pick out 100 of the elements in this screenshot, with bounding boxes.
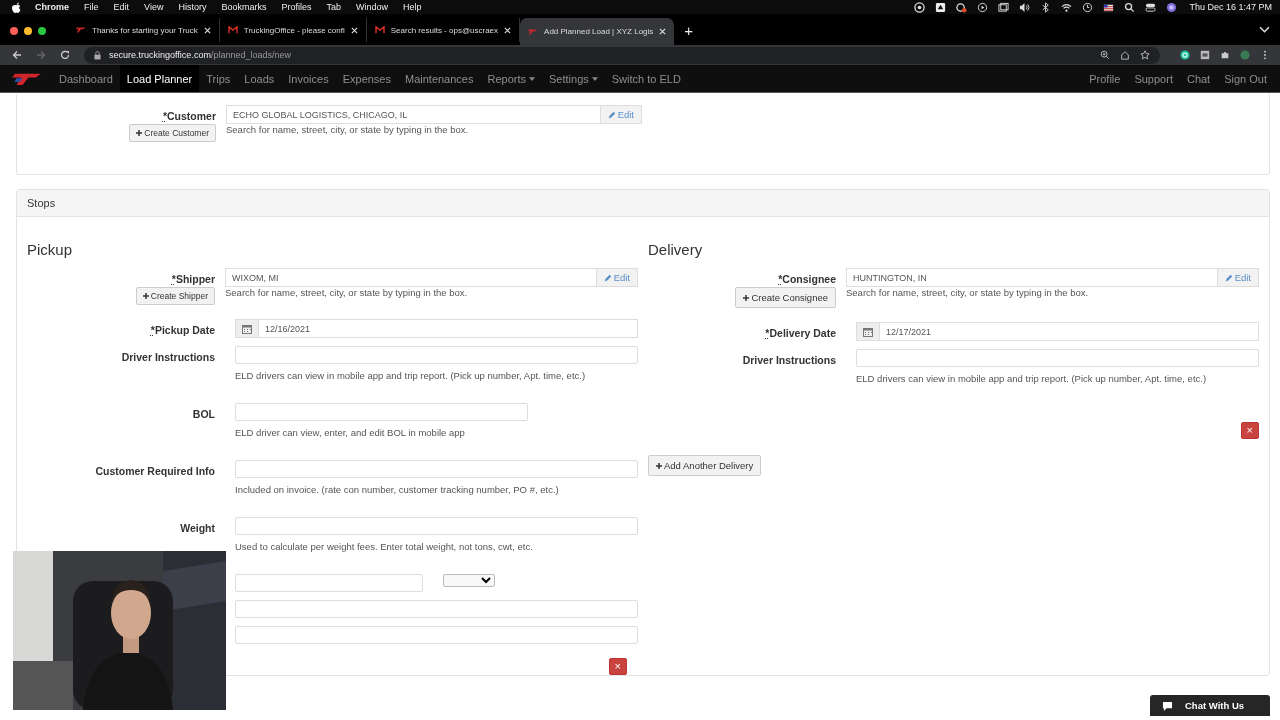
nav-link[interactable]: Trips: [199, 65, 238, 92]
nav-link[interactable]: Profile: [1082, 65, 1128, 92]
help-text: ELD drivers can view in mobile app and trip report. (Pick up number, Apt. time, etc.): [235, 370, 586, 381]
nav-link[interactable]: Reports: [480, 65, 542, 92]
nav-link[interactable]: Maintenances: [398, 65, 481, 92]
menubar-clock[interactable]: Thu Dec 16 1:47 PM: [1189, 2, 1272, 12]
menu-item[interactable]: Tab: [326, 2, 341, 12]
apple-icon[interactable]: [12, 1, 21, 13]
nav-link[interactable]: Support: [1127, 65, 1180, 92]
bluetooth-icon[interactable]: [1040, 1, 1052, 13]
nav-link[interactable]: Settings: [542, 65, 605, 92]
zoom-icon[interactable]: [1100, 50, 1110, 60]
close-icon[interactable]: [350, 26, 358, 34]
field-label: Customer Required Info: [95, 464, 215, 477]
nav-link[interactable]: Switch to ELD: [604, 65, 688, 92]
window-controls-icon[interactable]: [10, 26, 46, 35]
orb-icon[interactable]: [1166, 1, 1178, 13]
extension-icon[interactable]: [1200, 50, 1210, 60]
close-icon[interactable]: [659, 28, 667, 35]
text-field[interactable]: [235, 600, 638, 618]
mail-icon: [227, 26, 238, 34]
puzzle-icon[interactable]: [1220, 50, 1230, 60]
plus-icon: [136, 130, 143, 136]
menu-item[interactable]: Window: [355, 2, 388, 12]
field-label: *Delivery Date: [765, 326, 836, 339]
text-field[interactable]: [235, 517, 638, 535]
nav-link[interactable]: Dashboard: [52, 65, 120, 92]
add-delivery-button[interactable]: Add Another Delivery: [648, 455, 762, 476]
browser-tab[interactable]: Thanks for starting your Truck: [68, 18, 220, 42]
toggles-icon[interactable]: [1145, 1, 1157, 13]
remove-button[interactable]: ×: [608, 658, 627, 675]
windows-icon[interactable]: [998, 1, 1010, 13]
help-text: Search for name, street, city, or state by typing in the box.: [846, 287, 1089, 298]
unit-select[interactable]: [443, 574, 495, 587]
browser-tab[interactable]: Add Planned Load | XYZ Logis: [520, 18, 675, 45]
nav-link[interactable]: Loads: [237, 65, 282, 92]
plus-icon: [142, 293, 149, 299]
new-tab-button[interactable]: +: [684, 22, 694, 39]
text-field[interactable]: [856, 349, 1259, 367]
reload-icon[interactable]: [60, 50, 70, 60]
calendar-icon: [242, 323, 252, 334]
remove-button[interactable]: ×: [1240, 422, 1259, 439]
text-field[interactable]: [235, 403, 528, 421]
menu-item[interactable]: Profiles: [281, 2, 312, 12]
text-field[interactable]: [235, 574, 423, 592]
text-field[interactable]: [235, 626, 638, 644]
create-button[interactable]: Create Consignee: [735, 287, 836, 308]
calendar-icon: [863, 326, 873, 337]
logo-icon: [76, 26, 86, 34]
caret-icon: [529, 76, 535, 81]
create-button[interactable]: Create Shipper: [135, 287, 215, 305]
house-icon[interactable]: [1120, 50, 1130, 60]
create-button[interactable]: Create Customer: [129, 124, 216, 142]
address-bar[interactable]: secure.truckingoffice.com/planned_loads/new: [84, 46, 1160, 64]
record-icon[interactable]: [956, 1, 968, 13]
menu-item[interactable]: Bookmarks: [221, 2, 267, 12]
caret-icon: [591, 76, 598, 81]
field-label: Weight: [180, 521, 215, 534]
menu-item[interactable]: Help: [403, 2, 422, 12]
menu-item[interactable]: History: [178, 2, 207, 12]
drive-icon[interactable]: [935, 1, 947, 13]
date-field[interactable]: 12/16/2021: [258, 319, 638, 338]
volume-icon[interactable]: [1019, 1, 1031, 13]
close-icon[interactable]: [504, 26, 512, 34]
text-field[interactable]: [235, 460, 638, 478]
play-icon[interactable]: [977, 1, 989, 13]
field-label: Driver Instructions: [742, 353, 836, 366]
close-icon[interactable]: [203, 26, 211, 34]
menu-item[interactable]: Chrome: [35, 2, 69, 12]
field-label: *Consignee: [778, 272, 836, 285]
extension-icon[interactable]: [1180, 50, 1190, 60]
nav-link[interactable]: Sign Out: [1217, 65, 1274, 92]
search-field[interactable]: WIXOM, MI: [225, 268, 597, 287]
pencil-icon: [607, 110, 616, 119]
panel-title: Stops: [27, 197, 56, 209]
clock-icon[interactable]: [1082, 1, 1094, 13]
nav-link[interactable]: Chat: [1179, 65, 1218, 92]
search-field[interactable]: HUNTINGTON, IN: [846, 268, 1218, 287]
chevron-down-icon[interactable]: [1259, 24, 1270, 35]
help-text: Search for name, street, city, or state by typing in the box.: [225, 287, 468, 298]
date-field[interactable]: 12/17/2021: [879, 322, 1259, 341]
search-field[interactable]: ECHO GLOBAL LOGISTICS, CHICAGO, IL: [226, 105, 601, 124]
menu-item[interactable]: View: [144, 2, 164, 12]
avatar-icon[interactable]: [1240, 50, 1250, 60]
wifi-icon[interactable]: [1061, 1, 1073, 13]
nav-link[interactable]: Load Planner: [119, 65, 200, 92]
star-icon[interactable]: [1140, 50, 1150, 60]
nav-link[interactable]: Invoices: [281, 65, 336, 92]
menu-item[interactable]: Edit: [113, 2, 130, 12]
nav-link[interactable]: Expenses: [335, 65, 398, 92]
menu-item[interactable]: File: [84, 2, 99, 12]
browser-tab[interactable]: TruckingOffice - please confi: [219, 18, 367, 42]
help-text: ELD driver can view, enter, and edit BOL in mobile app: [235, 427, 465, 438]
back-icon[interactable]: [12, 50, 22, 60]
text-field[interactable]: [235, 346, 638, 364]
chat-button[interactable]: Chat With Us: [1150, 695, 1270, 716]
pencil-icon: [1224, 273, 1233, 282]
help-text: Search for name, street, city, or state by typing in the box.: [226, 124, 469, 135]
search-icon[interactable]: [1124, 1, 1136, 13]
aperture-icon[interactable]: [914, 1, 926, 13]
